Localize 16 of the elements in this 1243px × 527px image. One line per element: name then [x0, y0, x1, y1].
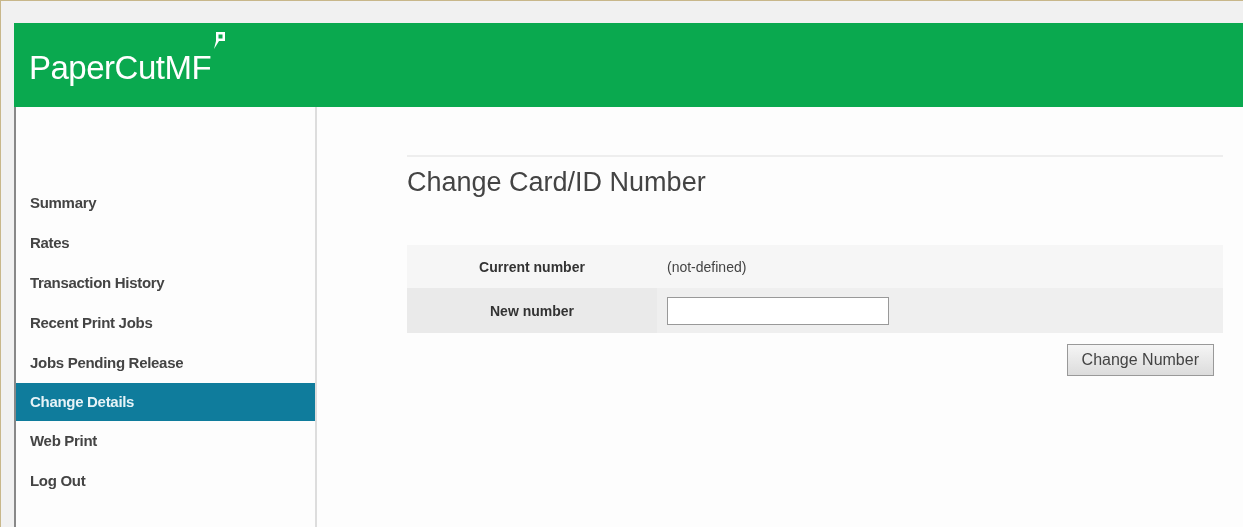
sidebar-item[interactable]: Web Print — [16, 421, 315, 461]
sidebar-item[interactable]: Transaction History — [16, 263, 315, 303]
sidebar-item[interactable]: Recent Print Jobs — [16, 303, 315, 343]
sidebar-item[interactable]: Rates — [16, 223, 315, 263]
sidebar-item[interactable]: Change Details — [16, 383, 315, 421]
page-title: Change Card/ID Number — [407, 167, 707, 198]
logo: PaperCutMF — [29, 49, 212, 87]
logo-icon — [212, 31, 227, 51]
sidebar-item[interactable]: Log Out — [16, 461, 315, 501]
sidebar-item[interactable]: Jobs Pending Release — [16, 343, 315, 383]
sidebar-item[interactable]: Summary — [16, 183, 315, 223]
field-label: Current number — [478, 257, 586, 277]
input-field[interactable] — [667, 296, 889, 325]
field-label: New number — [407, 288, 657, 333]
change-number-button[interactable]: Change Number — [1066, 344, 1214, 376]
field-value: (not-defined) — [667, 258, 747, 275]
